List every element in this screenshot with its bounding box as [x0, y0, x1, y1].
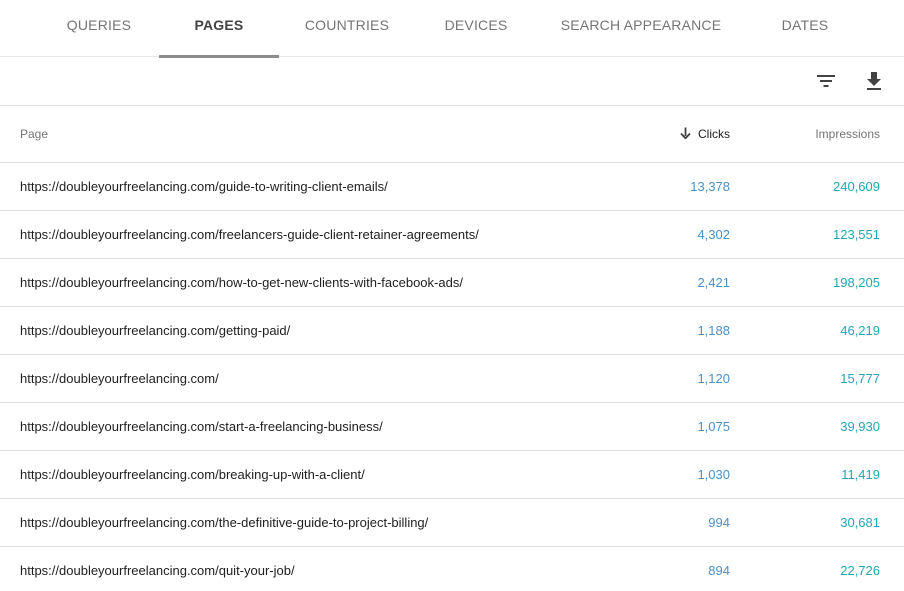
impressions-value: 15,777 [840, 371, 880, 386]
page-url: https://doubleyourfreelancing.com/quit-y… [20, 563, 295, 578]
tab-dates[interactable]: DATES [756, 0, 854, 57]
table-row[interactable]: https://doubleyourfreelancing.com/quit-y… [0, 547, 904, 591]
search-console-performance-table: QUERIES PAGES COUNTRIES DEVICES SEARCH A… [0, 0, 904, 591]
impressions-value: 123,551 [833, 227, 880, 242]
table-row[interactable]: https://doubleyourfreelancing.com/the-de… [0, 499, 904, 547]
column-header-impressions[interactable]: Impressions [815, 106, 880, 162]
impressions-value: 198,205 [833, 275, 880, 290]
page-url: https://doubleyourfreelancing.com/freela… [20, 227, 479, 242]
clicks-value: 1,030 [697, 467, 730, 482]
table-row[interactable]: https://doubleyourfreelancing.com/start-… [0, 403, 904, 451]
pages-table: Page Clicks Impressions https://doubleyo… [0, 106, 904, 591]
tab-pages[interactable]: PAGES [159, 0, 279, 58]
impressions-value: 39,930 [840, 419, 880, 434]
clicks-value: 1,075 [697, 419, 730, 434]
table-row[interactable]: https://doubleyourfreelancing.com/ 1,120… [0, 355, 904, 403]
filter-icon [817, 75, 835, 87]
page-url: https://doubleyourfreelancing.com/gettin… [20, 323, 291, 338]
impressions-value: 30,681 [840, 515, 880, 530]
download-button[interactable] [858, 65, 890, 97]
table-toolbar [0, 57, 904, 106]
tab-devices[interactable]: DEVICES [420, 0, 532, 57]
table-row[interactable]: https://doubleyourfreelancing.com/guide-… [0, 163, 904, 211]
tab-countries[interactable]: COUNTRIES [287, 0, 407, 57]
page-url: https://doubleyourfreelancing.com/guide-… [20, 179, 388, 194]
clicks-value: 1,188 [697, 323, 730, 338]
dimension-tabs: QUERIES PAGES COUNTRIES DEVICES SEARCH A… [0, 0, 904, 58]
tab-search-appearance[interactable]: SEARCH APPEARANCE [555, 0, 727, 57]
table-header: Page Clicks Impressions [0, 106, 904, 163]
impressions-value: 240,609 [833, 179, 880, 194]
table-row[interactable]: https://doubleyourfreelancing.com/how-to… [0, 259, 904, 307]
column-header-page: Page [20, 127, 49, 141]
page-url: https://doubleyourfreelancing.com/start-… [20, 419, 383, 434]
column-header-clicks[interactable]: Clicks [680, 106, 730, 162]
page-url: https://doubleyourfreelancing.com/breaki… [20, 467, 365, 482]
clicks-value: 894 [708, 563, 730, 578]
clicks-value: 994 [708, 515, 730, 530]
filter-button[interactable] [810, 65, 842, 97]
column-header-clicks-label: Clicks [698, 127, 730, 141]
arrow-down-icon [680, 127, 691, 139]
clicks-value: 4,302 [697, 227, 730, 242]
tab-queries[interactable]: QUERIES [40, 0, 158, 57]
download-icon [867, 72, 881, 90]
clicks-value: 2,421 [697, 275, 730, 290]
page-url: https://doubleyourfreelancing.com/the-de… [20, 515, 429, 530]
clicks-value: 13,378 [690, 179, 730, 194]
impressions-value: 46,219 [840, 323, 880, 338]
table-row[interactable]: https://doubleyourfreelancing.com/freela… [0, 211, 904, 259]
table-row[interactable]: https://doubleyourfreelancing.com/breaki… [0, 451, 904, 499]
impressions-value: 22,726 [840, 563, 880, 578]
page-url: https://doubleyourfreelancing.com/how-to… [20, 275, 463, 290]
page-url: https://doubleyourfreelancing.com/ [20, 371, 219, 386]
table-row[interactable]: https://doubleyourfreelancing.com/gettin… [0, 307, 904, 355]
impressions-value: 11,419 [841, 467, 880, 482]
clicks-value: 1,120 [697, 371, 730, 386]
